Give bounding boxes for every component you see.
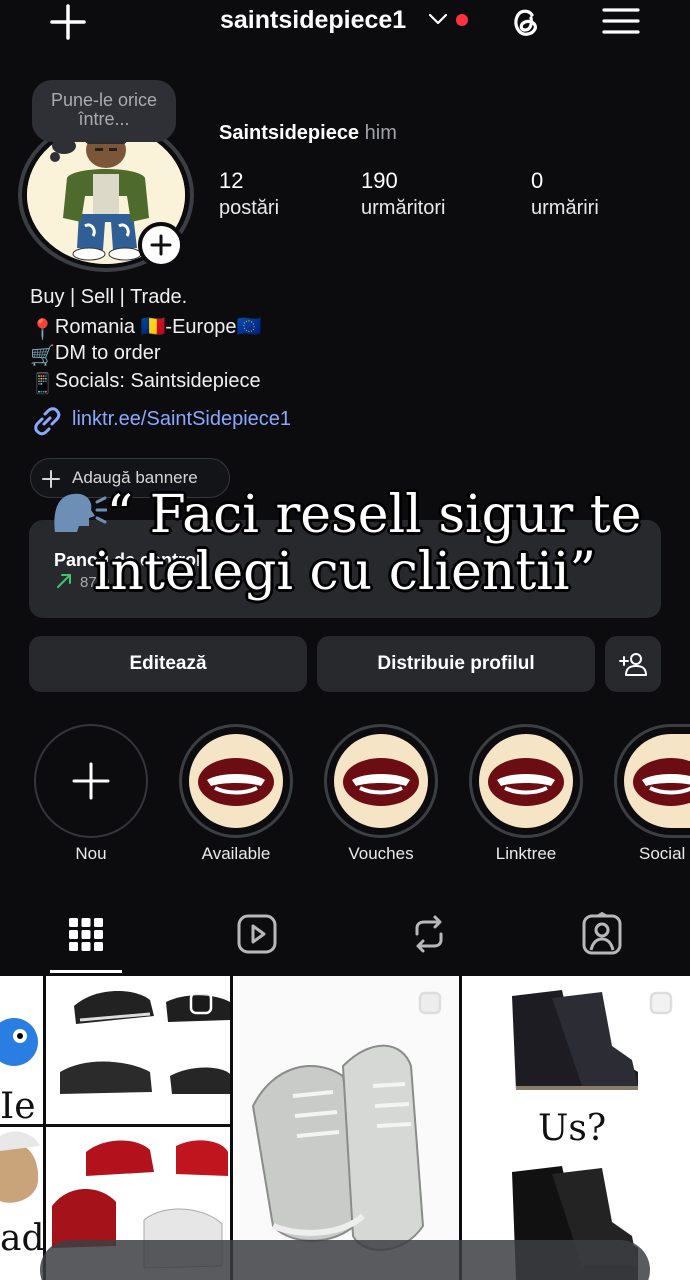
reels-tab-icon[interactable] bbox=[236, 912, 278, 956]
bio-link[interactable]: linktr.ee/SaintSidepiece1 bbox=[72, 408, 291, 431]
bio-line-text: Buy | Sell | Trade. bbox=[30, 286, 188, 308]
carousel-icon bbox=[189, 991, 213, 1015]
carousel-icon bbox=[649, 991, 673, 1015]
grid-divider bbox=[43, 976, 46, 1280]
post-text: Ie bbox=[0, 1086, 36, 1127]
caption-text-1: “ Faci resell sigur te bbox=[106, 485, 642, 545]
bio-line-text: Romania 🇷🇴-Europe🇪🇺 bbox=[54, 316, 262, 338]
highlight-label: Social bbox=[639, 844, 686, 863]
grid-divider bbox=[459, 976, 462, 1280]
chevron-down-icon[interactable] bbox=[428, 12, 448, 26]
lips-thumbnail bbox=[479, 734, 573, 828]
grid-divider bbox=[230, 976, 233, 1280]
hamburger-menu-icon[interactable] bbox=[602, 6, 640, 36]
add-person-icon bbox=[619, 653, 647, 676]
post-thumbnail bbox=[251, 1044, 425, 1251]
following-label[interactable]: urmăriri bbox=[531, 197, 599, 220]
followers-count[interactable]: 190 bbox=[361, 168, 398, 194]
grid-post[interactable]: Us? bbox=[462, 976, 690, 1280]
posts-grid: Ie ad Us? bbox=[0, 976, 690, 1280]
bio-line: 📱Socials: Saintsidepiece bbox=[30, 370, 261, 396]
grid-post[interactable] bbox=[233, 976, 459, 1280]
bio-line: Buy | Sell | Trade. bbox=[30, 286, 187, 309]
highlight-social[interactable] bbox=[614, 724, 690, 838]
add-story-button[interactable] bbox=[138, 222, 184, 268]
active-tab-indicator bbox=[50, 970, 122, 973]
pin-icon: 📍 bbox=[30, 319, 55, 341]
highlight-label: Available bbox=[201, 844, 271, 863]
highlight-label: Vouches bbox=[348, 844, 414, 863]
bio-line-text: DM to order bbox=[54, 342, 161, 364]
bio-line: 📍Romania 🇷🇴-Europe🇪🇺 bbox=[30, 314, 261, 342]
bio-line: 🛒DM to order bbox=[30, 342, 161, 368]
phone-icon: 📱 bbox=[30, 373, 55, 395]
highlight-vouches[interactable] bbox=[324, 724, 438, 838]
caption-line-1: “ Faci resell sigur te bbox=[0, 486, 690, 544]
link-icon bbox=[34, 407, 61, 436]
reposts-tab-icon[interactable] bbox=[408, 912, 450, 956]
new-highlight-button[interactable] bbox=[34, 724, 148, 838]
grid-post[interactable] bbox=[46, 976, 230, 1280]
lips-thumbnail bbox=[189, 734, 283, 828]
tagged-tab-icon[interactable] bbox=[581, 912, 623, 956]
note-bubble-tail-small bbox=[50, 152, 60, 162]
post-thumbnail bbox=[46, 990, 230, 1269]
video-caption-overlay: “ Faci resell sigur te intelegi cu clien… bbox=[0, 486, 690, 601]
posts-label[interactable]: postări bbox=[219, 197, 279, 220]
highlight-available[interactable] bbox=[179, 724, 293, 838]
display-name: Saintsidepiece him bbox=[219, 122, 397, 145]
notification-dot bbox=[456, 14, 468, 26]
lips-thumbnail bbox=[624, 734, 690, 828]
plus-icon bbox=[72, 762, 110, 800]
share-profile-button[interactable]: Distribuie profilul bbox=[317, 636, 595, 692]
note-bubble[interactable]: Pune-le orice între... bbox=[32, 80, 176, 142]
cart-icon: 🛒 bbox=[30, 345, 55, 367]
threads-icon[interactable] bbox=[505, 1, 545, 41]
profile-username[interactable]: saintsidepiece1 bbox=[220, 6, 406, 35]
pronouns: him bbox=[364, 122, 397, 144]
post-text: ad bbox=[0, 1218, 45, 1259]
highlight-linktree[interactable] bbox=[469, 724, 583, 838]
edit-profile-button[interactable]: Editează bbox=[29, 636, 307, 692]
posts-count[interactable]: 12 bbox=[219, 168, 243, 194]
grid-tab-icon[interactable] bbox=[65, 912, 107, 956]
grid-post[interactable]: Ie ad bbox=[0, 976, 45, 1280]
bio-line-text: Socials: Saintsidepiece bbox=[54, 370, 261, 392]
followers-label[interactable]: urmăritori bbox=[361, 197, 445, 220]
highlight-label: Linktree bbox=[495, 844, 557, 863]
highlight-label: Nou bbox=[75, 844, 107, 863]
note-text: Pune-le orice între... bbox=[50, 90, 158, 129]
top-bar: saintsidepiece1 bbox=[0, 0, 690, 50]
caption-line-2: intelegi cu clientii” bbox=[93, 542, 597, 602]
discover-people-button[interactable] bbox=[605, 636, 661, 692]
lips-thumbnail bbox=[334, 734, 428, 828]
speaking-head-icon bbox=[53, 493, 107, 532]
plus-icon bbox=[150, 234, 172, 256]
post-text: Us? bbox=[538, 1108, 607, 1149]
following-count[interactable]: 0 bbox=[531, 168, 543, 194]
bottom-navigation[interactable] bbox=[40, 1240, 650, 1280]
plus-icon[interactable] bbox=[48, 2, 88, 42]
carousel-icon bbox=[418, 991, 442, 1015]
display-name-text: Saintsidepiece bbox=[219, 122, 360, 144]
